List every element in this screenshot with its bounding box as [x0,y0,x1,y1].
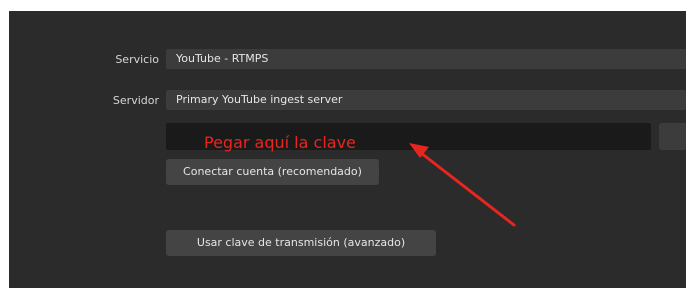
use-stream-key-button[interactable]: Usar clave de transmisión (avanzado) [166,230,436,256]
service-select[interactable]: YouTube - RTMPS [166,49,686,69]
server-select[interactable]: Primary YouTube ingest server [166,90,686,110]
stream-settings-panel: Servicio YouTube - RTMPS Servidor Primar… [9,11,686,288]
show-key-button[interactable] [659,123,686,150]
server-label: Servidor [112,94,159,107]
connect-account-button[interactable]: Conectar cuenta (recomendado) [166,159,379,185]
service-label: Servicio [115,53,159,66]
annotation-text: Pegar aquí la clave [204,133,356,152]
